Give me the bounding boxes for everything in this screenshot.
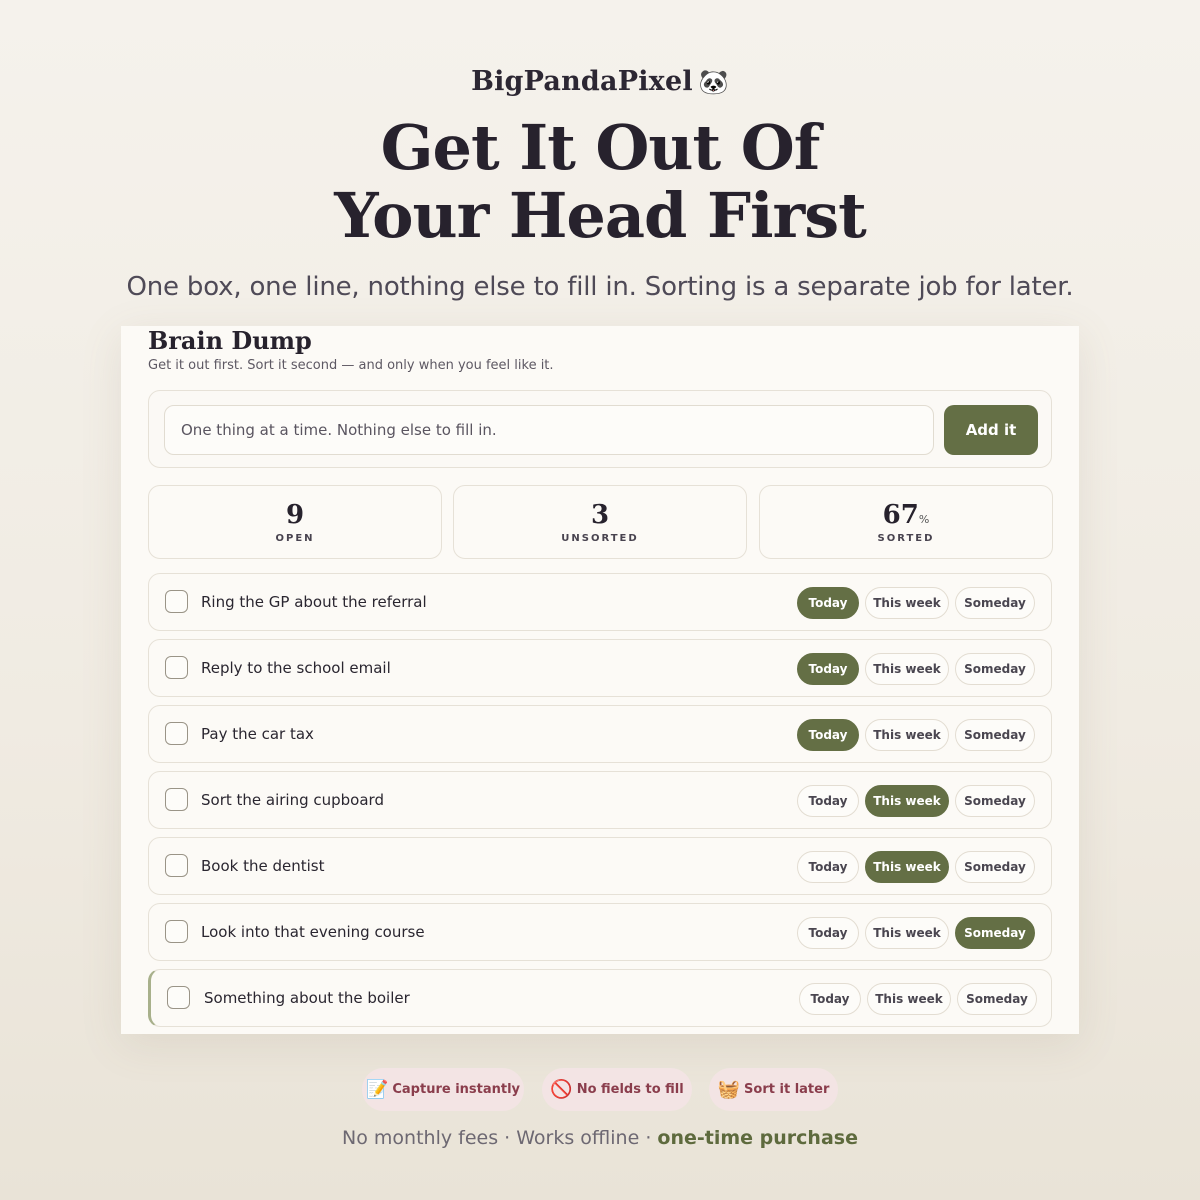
task-checkbox[interactable] [165, 590, 188, 613]
stat-open: 9 OPEN [148, 485, 442, 559]
memo-pencil-icon: 📝 [365, 1079, 389, 1100]
sort-pill-week[interactable]: This week [865, 653, 949, 685]
feature-label: Capture instantly [392, 1082, 521, 1097]
panel-subtitle: Get it out first. Sort it second — and o… [148, 358, 554, 373]
task-row: Look into that evening course Today This w… [148, 903, 1052, 961]
task-checkbox[interactable] [165, 788, 188, 811]
sort-pill-today[interactable]: Today [797, 653, 859, 685]
headline-line-2: Your Head First [334, 179, 866, 252]
basket-icon: 🧺 [717, 1079, 741, 1100]
sort-pill-someday[interactable]: Someday [955, 719, 1035, 751]
sort-pill-today[interactable]: Today [797, 587, 859, 619]
stat-sorted-value-wrap: 67% [760, 500, 1052, 530]
feature-label: Sort it later [744, 1082, 830, 1097]
headline-line-1: Get It Out Of [380, 111, 821, 184]
sort-pill-someday[interactable]: Someday [957, 983, 1037, 1015]
sort-pill-someday[interactable]: Someday [955, 917, 1035, 949]
sort-pill-someday[interactable]: Someday [955, 851, 1035, 883]
add-it-button[interactable]: Add it [944, 405, 1038, 455]
hero-headline: Get It Out Of Your Head First [0, 114, 1200, 250]
task-text: Sort the airing cupboard [201, 791, 384, 809]
sort-pill-week[interactable]: This week [865, 587, 949, 619]
task-text: Pay the car tax [201, 725, 314, 743]
feature-label: No fields to fill [576, 1082, 684, 1097]
feature-pill-no-fields: 🚫 No fields to fill [542, 1068, 692, 1111]
panel-title: Brain Dump [148, 326, 312, 355]
task-text: Reply to the school email [201, 659, 391, 677]
task-text: Look into that evening course [201, 923, 425, 941]
footer-tagline: No monthly fees · Works offline · one-ti… [0, 1127, 1200, 1149]
task-checkbox[interactable] [165, 920, 188, 943]
task-checkbox[interactable] [165, 656, 188, 679]
stat-sorted-label: SORTED [877, 533, 935, 544]
brain-dump-panel: Brain Dump Get it out first. Sort it sec… [121, 326, 1079, 1034]
hero-subhead: One box, one line, nothing else to fill … [126, 272, 1074, 302]
task-text: Ring the GP about the referral [201, 593, 427, 611]
sort-pill-someday[interactable]: Someday [955, 785, 1035, 817]
task-row: Ring the GP about the referral Today This … [148, 573, 1052, 631]
brand-name: BigPandaPixel [471, 66, 693, 97]
sort-pill-today[interactable]: Today [799, 983, 861, 1015]
task-row: Sort the airing cupboard Today This week So… [148, 771, 1052, 829]
task-text: Something about the boiler [204, 989, 410, 1007]
task-checkbox[interactable] [165, 722, 188, 745]
sort-pill-today[interactable]: Today [797, 917, 859, 949]
feature-pill-capture: 📝 Capture instantly [362, 1068, 524, 1111]
capture-bar: Add it [148, 390, 1052, 468]
footer-text: No monthly fees · Works offline · [342, 1127, 658, 1149]
footer-accent: one-time purchase [657, 1127, 858, 1149]
sort-pill-someday[interactable]: Someday [955, 653, 1035, 685]
sort-pill-today[interactable]: Today [797, 719, 859, 751]
sort-pill-week[interactable]: This week [865, 917, 949, 949]
stat-open-label: OPEN [275, 533, 315, 544]
sort-pill-week[interactable]: This week [865, 719, 949, 751]
sort-pill-week[interactable]: This week [867, 983, 951, 1015]
stat-sorted-value: 67 [882, 500, 919, 530]
stat-sorted: 67% SORTED [759, 485, 1053, 559]
feature-pill-sort-later: 🧺 Sort it later [709, 1068, 838, 1111]
sort-pill-today[interactable]: Today [797, 851, 859, 883]
task-row: Pay the car tax Today This week Someday [148, 705, 1052, 763]
stat-open-value: 9 [285, 500, 305, 530]
task-checkbox[interactable] [167, 986, 190, 1009]
sort-pill-someday[interactable]: Someday [955, 587, 1035, 619]
sort-pill-week[interactable]: This week [865, 851, 949, 883]
task-checkbox[interactable] [165, 854, 188, 877]
panda-icon: 🐼 [698, 68, 729, 96]
capture-input[interactable] [164, 405, 934, 455]
stat-unsorted: 3 UNSORTED [453, 485, 747, 559]
prohibited-icon: 🚫 [550, 1079, 573, 1100]
stat-sorted-suffix: % [918, 513, 930, 526]
task-row: Something about the boiler Today This week… [148, 969, 1052, 1027]
sort-pill-week[interactable]: This week [865, 785, 949, 817]
task-text: Book the dentist [201, 857, 325, 875]
sort-pill-today[interactable]: Today [797, 785, 859, 817]
task-row: Reply to the school email Today This week S… [148, 639, 1052, 697]
brand-title: BigPandaPixel 🐼 [0, 66, 1200, 97]
stat-unsorted-label: UNSORTED [561, 533, 639, 544]
task-row: Book the dentist Today This week Someday [148, 837, 1052, 895]
stat-unsorted-value: 3 [590, 500, 610, 530]
